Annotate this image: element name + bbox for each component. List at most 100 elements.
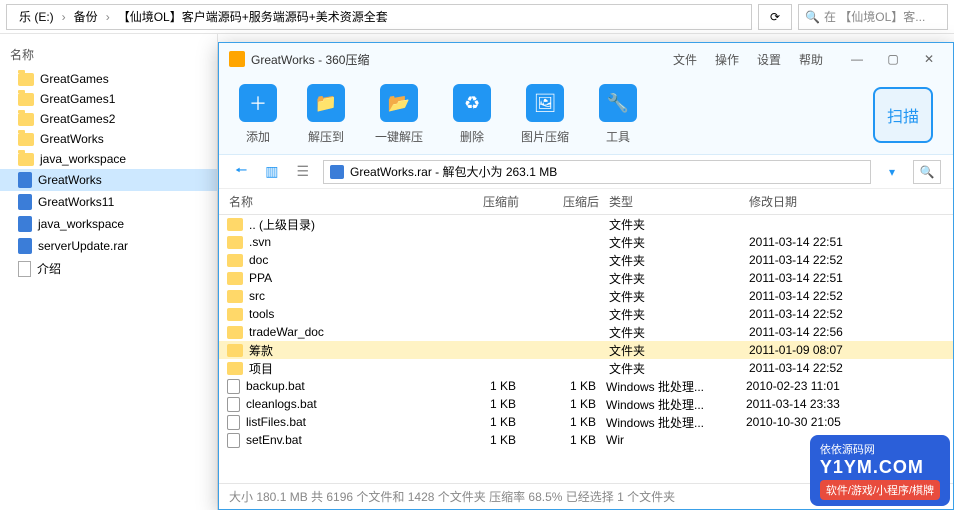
menu-settings[interactable]: 设置 xyxy=(757,51,781,68)
row-name: 项目 xyxy=(249,360,449,377)
row-before: 1 KB xyxy=(446,415,526,429)
header-date[interactable]: 修改日期 xyxy=(749,193,953,210)
row-name: 筹款 xyxy=(249,342,449,359)
tool-button[interactable]: ＋添加 xyxy=(239,84,277,145)
row-date: 2011-03-14 22:52 xyxy=(749,289,953,303)
row-name: .. (上级目录) xyxy=(249,216,449,233)
file-row[interactable]: .svn文件夹2011-03-14 22:51 xyxy=(219,233,953,251)
file-row[interactable]: cleanlogs.bat1 KB1 KBWindows 批处理...2011-… xyxy=(219,395,953,413)
row-after: 1 KB xyxy=(526,397,606,411)
tree-item[interactable]: GreatWorks11 xyxy=(0,191,217,213)
row-name: .svn xyxy=(249,235,449,249)
tool-label: 添加 xyxy=(246,128,270,145)
row-date: 2010-02-23 11:01 xyxy=(746,379,953,393)
folder-icon xyxy=(18,93,34,106)
file-row[interactable]: backup.bat1 KB1 KBWindows 批处理...2010-02-… xyxy=(219,377,953,395)
crumb-drive[interactable]: 乐 (E:) xyxy=(13,6,60,27)
scan-button[interactable]: 扫描 xyxy=(873,87,933,143)
tool-button[interactable]: ♻删除 xyxy=(453,84,491,145)
row-after: 1 KB xyxy=(526,415,606,429)
dropdown-button[interactable]: ▾ xyxy=(881,165,903,179)
row-type: Windows 批处理... xyxy=(606,396,746,413)
menu-action[interactable]: 操作 xyxy=(715,51,739,68)
crumb-1[interactable]: 备份 xyxy=(68,6,104,27)
tree-item-label: serverUpdate.rar xyxy=(38,239,128,253)
back-button[interactable]: 🠔 xyxy=(231,156,251,188)
row-date: 2011-03-14 22:52 xyxy=(749,253,953,267)
tool-button[interactable]: 🖼图片压缩 xyxy=(521,84,569,145)
row-before: 1 KB xyxy=(446,433,526,447)
maximize-button[interactable]: ▢ xyxy=(879,49,907,69)
archive-path-bar: 🠔 ▥ ☰ GreatWorks.rar - 解包大小为 263.1 MB ▾ … xyxy=(219,155,953,189)
row-type: 文件夹 xyxy=(609,216,749,233)
rar-icon xyxy=(18,194,32,210)
row-type: 文件夹 xyxy=(609,324,749,341)
txt-icon xyxy=(18,261,31,277)
breadcrumb[interactable]: 乐 (E:) › 备份 › 【仙境OL】客户端源码+服务端源码+美术资源全套 xyxy=(6,4,752,30)
menu-help[interactable]: 帮助 xyxy=(799,51,823,68)
file-row[interactable]: PPA文件夹2011-03-14 22:51 xyxy=(219,269,953,287)
tree-item[interactable]: serverUpdate.rar xyxy=(0,235,217,257)
file-row[interactable]: doc 文件夹2011-03-14 22:52 xyxy=(219,251,953,269)
header-before[interactable]: 压缩前 xyxy=(449,193,529,210)
row-type: 文件夹 xyxy=(609,252,749,269)
header-name[interactable]: 名称 xyxy=(219,193,449,210)
tree-item[interactable]: GreatGames xyxy=(0,69,217,89)
archive-path-input[interactable]: GreatWorks.rar - 解包大小为 263.1 MB xyxy=(323,160,871,184)
search-button[interactable]: 🔍 xyxy=(913,160,941,184)
row-type: 文件夹 xyxy=(609,342,749,359)
archive-path-text: GreatWorks.rar - 解包大小为 263.1 MB xyxy=(350,163,557,180)
header-after[interactable]: 压缩后 xyxy=(529,193,609,210)
tree-item[interactable]: GreatWorks xyxy=(0,129,217,149)
app-icon xyxy=(229,51,245,67)
row-date: 2011-03-14 22:56 xyxy=(749,325,953,339)
rar-icon xyxy=(18,216,32,232)
refresh-button[interactable]: ⟳ xyxy=(758,4,792,30)
minimize-button[interactable]: — xyxy=(843,49,871,69)
folder-icon xyxy=(227,236,243,249)
menu-file[interactable]: 文件 xyxy=(673,51,697,68)
folder-icon xyxy=(18,113,34,126)
details-icon[interactable]: ☰ xyxy=(292,159,313,184)
row-name: doc xyxy=(249,253,449,267)
tree-item[interactable]: GreatGames1 xyxy=(0,89,217,109)
tool-button[interactable]: 📂一键解压 xyxy=(375,84,423,145)
crumb-2[interactable]: 【仙境OL】客户端源码+服务端源码+美术资源全套 xyxy=(112,6,394,27)
titlebar[interactable]: GreatWorks - 360压缩 文件 操作 设置 帮助 — ▢ ✕ xyxy=(219,43,953,75)
file-row[interactable]: tradeWar_doc文件夹2011-03-14 22:56 xyxy=(219,323,953,341)
tree-item[interactable]: GreatWorks xyxy=(0,169,217,191)
file-row[interactable]: 项目文件夹2011-03-14 22:52 xyxy=(219,359,953,377)
file-row[interactable]: src文件夹2011-03-14 22:52 xyxy=(219,287,953,305)
row-date: 2010-10-30 21:05 xyxy=(746,415,953,429)
search-placeholder: 在 【仙境OL】客... xyxy=(824,8,925,25)
bat-icon xyxy=(227,397,240,412)
file-row[interactable]: tools文件夹2011-03-14 22:52 xyxy=(219,305,953,323)
row-type: 文件夹 xyxy=(609,288,749,305)
tree-item[interactable]: 介绍 xyxy=(0,257,217,280)
tool-label: 解压到 xyxy=(308,128,344,145)
file-row[interactable]: .. (上级目录) 文件夹 xyxy=(219,215,953,233)
close-button[interactable]: ✕ xyxy=(915,49,943,69)
tree-item[interactable]: java_workspace xyxy=(0,213,217,235)
tree-item[interactable]: java_workspace xyxy=(0,149,217,169)
row-after: 1 KB xyxy=(526,433,606,447)
row-type: Windows 批处理... xyxy=(606,378,746,395)
refresh-icon: ⟳ xyxy=(770,10,780,24)
tool-button[interactable]: 📁解压到 xyxy=(307,84,345,145)
tree-item-label: GreatWorks xyxy=(38,173,102,187)
row-after: 1 KB xyxy=(526,379,606,393)
tool-button[interactable]: 🔧工具 xyxy=(599,84,637,145)
explorer-search-input[interactable]: 🔍 在 【仙境OL】客... xyxy=(798,4,948,30)
file-row[interactable]: 筹款 文件夹2011-01-09 08:07 xyxy=(219,341,953,359)
tree-item-label: GreatGames xyxy=(40,72,109,86)
tool-icon: 🔧 xyxy=(599,84,637,122)
tree-item[interactable]: GreatGames2 xyxy=(0,109,217,129)
header-type[interactable]: 类型 xyxy=(609,193,749,210)
folder-icon xyxy=(227,308,243,321)
tool-label: 删除 xyxy=(460,128,484,145)
list-icon[interactable]: ▥ xyxy=(261,159,282,184)
tool-label: 一键解压 xyxy=(375,128,423,145)
row-date: 2011-01-09 08:07 xyxy=(749,343,953,357)
file-row[interactable]: listFiles.bat1 KB1 KBWindows 批处理...2010-… xyxy=(219,413,953,431)
search-icon: 🔍 xyxy=(805,10,820,24)
